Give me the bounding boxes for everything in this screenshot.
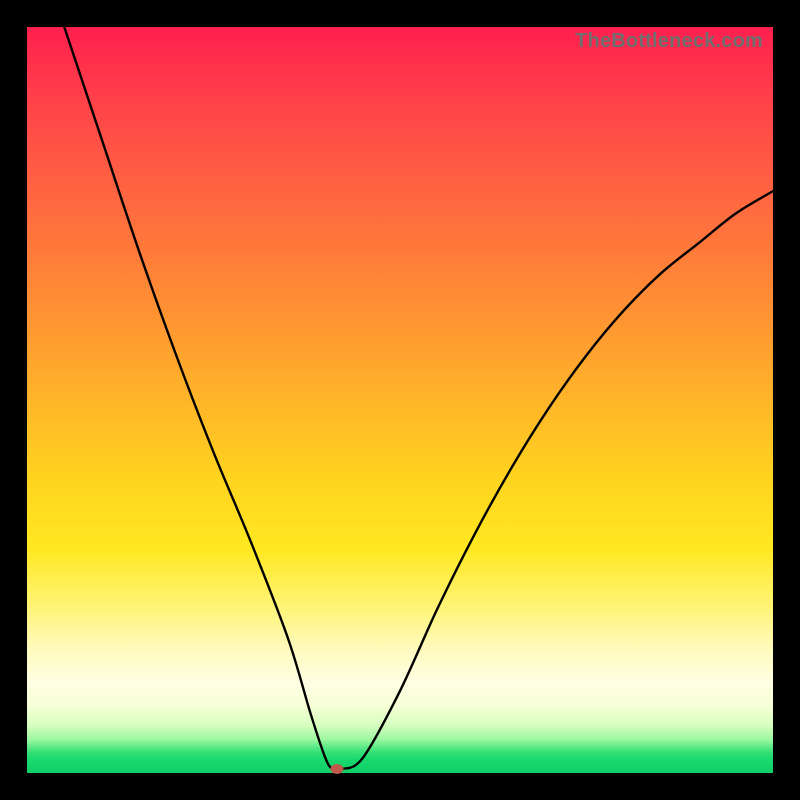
minimum-marker — [330, 764, 343, 774]
bottleneck-curve — [27, 27, 773, 773]
chart-frame: TheBottleneck.com — [0, 0, 800, 800]
plot-area: TheBottleneck.com — [27, 27, 773, 773]
